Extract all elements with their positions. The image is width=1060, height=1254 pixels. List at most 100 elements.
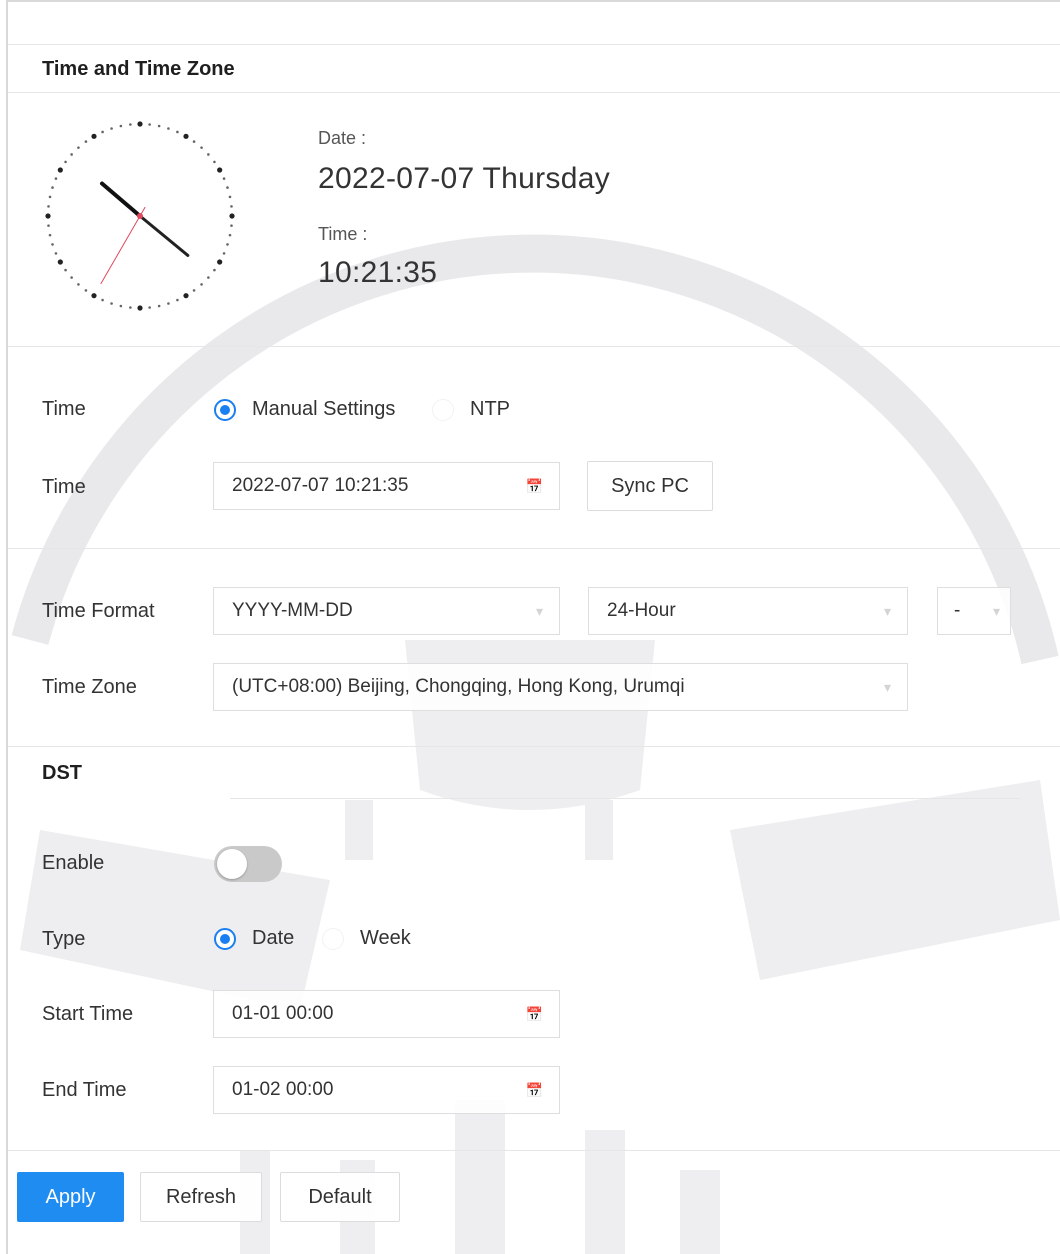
clock-tick (217, 259, 223, 265)
time-input[interactable]: 2022-07-07 10:21:35 📅 (213, 462, 560, 510)
calendar-icon[interactable]: 📅 (526, 1067, 543, 1113)
clock-tick (183, 293, 189, 299)
clock-tick (84, 289, 88, 292)
divider (230, 798, 1020, 799)
time-zone-value: (UTC+08:00) Beijing, Chongqing, Hong Kon… (232, 676, 685, 697)
clock-tick (57, 259, 63, 265)
clock-tick (148, 306, 151, 309)
clock-tick (230, 224, 233, 227)
time-mode-label: Time (42, 398, 86, 420)
divider (8, 746, 1060, 747)
clock-tick (54, 177, 58, 180)
clock-tick (167, 302, 170, 305)
clock-tick (192, 289, 196, 292)
clock-tick (129, 123, 132, 126)
clock-tick (207, 276, 210, 279)
date-format-value: YYYY-MM-DD (232, 600, 353, 621)
default-button[interactable]: Default (280, 1172, 400, 1222)
clock-tick (119, 304, 123, 308)
hour-format-value: 24-Hour (607, 600, 676, 621)
clock-tick (226, 243, 229, 246)
clock-tick (77, 283, 80, 286)
clock-second-hand (100, 215, 141, 285)
clock-tick (176, 130, 179, 134)
clock-tick (157, 304, 161, 308)
clock-tick (57, 167, 63, 173)
clock-tick (228, 195, 232, 199)
clock-tick (70, 276, 73, 279)
dst-type-week-label[interactable]: Week (360, 927, 411, 950)
start-time-value: 01-01 00:00 (232, 1003, 334, 1024)
clock-tick (101, 298, 104, 302)
end-time-input[interactable]: 01-02 00:00 📅 (213, 1066, 560, 1114)
clock-tick (110, 127, 113, 130)
dst-enable-toggle[interactable] (214, 846, 282, 882)
chevron-down-icon: ▾ (992, 603, 1000, 619)
clock-tick (48, 195, 52, 199)
time-format-label: Time Format (42, 600, 155, 622)
manual-settings-radio[interactable] (214, 399, 236, 421)
time-zone-select[interactable]: (UTC+08:00) Beijing, Chongqing, Hong Kon… (213, 663, 908, 711)
chevron-down-icon: ▾ (883, 679, 891, 695)
clock-tick (230, 205, 233, 208)
clock-tick (137, 121, 143, 127)
time-value: 10:21:35 (318, 256, 438, 289)
clock-tick (64, 160, 67, 164)
calendar-icon[interactable]: 📅 (526, 463, 543, 509)
calendar-icon[interactable]: 📅 (526, 991, 543, 1037)
start-time-input[interactable]: 01-01 00:00 📅 (213, 990, 560, 1038)
sync-pc-button[interactable]: Sync PC (587, 461, 713, 511)
apply-button[interactable]: Apply (17, 1172, 124, 1222)
dst-type-date-radio[interactable] (214, 928, 236, 950)
time-field-label: Time (42, 476, 86, 498)
ntp-label[interactable]: NTP (470, 398, 510, 421)
clock-tick (110, 302, 113, 305)
clock-tick (222, 177, 226, 180)
clock-tick (119, 124, 123, 128)
toggle-knob (217, 849, 247, 879)
ntp-radio[interactable] (432, 399, 454, 421)
clock-tick (101, 130, 104, 134)
clock-tick (54, 252, 58, 255)
date-label: Date : (318, 128, 367, 148)
clock-tick (213, 160, 216, 164)
clock-tick (77, 146, 80, 149)
date-format-select[interactable]: YYYY-MM-DD ▾ (213, 587, 560, 635)
divider (8, 44, 1060, 45)
dst-type-date-label[interactable]: Date (252, 927, 294, 950)
time-zone-label: Time Zone (42, 676, 137, 698)
date-value: 2022-07-07 Thursday (318, 162, 611, 195)
clock-tick (226, 186, 229, 189)
time-label: Time : (318, 224, 368, 244)
clock-tick (51, 186, 54, 189)
separator-select[interactable]: - ▾ (937, 587, 1011, 635)
clock-tick (229, 213, 235, 219)
section-title: Time and Time Zone (42, 58, 235, 80)
clock-tick (167, 127, 170, 130)
clock-tick (47, 224, 50, 227)
hour-format-select[interactable]: 24-Hour ▾ (588, 587, 908, 635)
clock-tick (48, 233, 52, 237)
analog-clock-icon (45, 121, 235, 311)
time-input-value: 2022-07-07 10:21:35 (232, 475, 409, 496)
end-time-value: 01-02 00:00 (232, 1079, 334, 1100)
divider (8, 346, 1060, 347)
clock-tick (183, 133, 189, 139)
clock-tick (176, 298, 179, 302)
manual-settings-label[interactable]: Manual Settings (252, 398, 395, 421)
chevron-down-icon: ▾ (883, 603, 891, 619)
refresh-button[interactable]: Refresh (140, 1172, 262, 1222)
dst-title: DST (42, 762, 82, 784)
clock-tick (51, 243, 54, 246)
clock-tick (91, 293, 97, 299)
chevron-down-icon: ▾ (535, 603, 543, 619)
divider (8, 1150, 1060, 1151)
clock-tick (192, 140, 196, 143)
dst-type-week-radio[interactable] (322, 928, 344, 950)
clock-tick (157, 124, 161, 128)
clock-tick (148, 123, 151, 126)
clock-tick (207, 153, 210, 156)
end-time-label: End Time (42, 1079, 127, 1101)
clock-tick (45, 213, 51, 219)
clock-tick (84, 140, 88, 143)
